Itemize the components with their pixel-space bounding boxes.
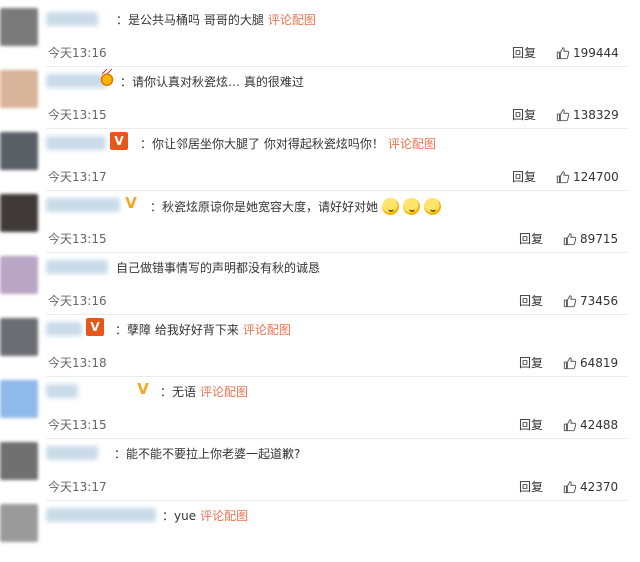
username-blurred[interactable] [46, 198, 120, 212]
comment-text: ：能不能不要拉上你老婆一起道歉? [114, 446, 300, 462]
like-count: 199444 [573, 46, 619, 60]
comment-item: V ：无语 评论配图今天13:15 回复 42488 [0, 376, 640, 438]
thumbs-up-icon [556, 171, 570, 184]
thumbs-up-icon [563, 357, 577, 370]
view-comment-image-link[interactable]: 评论配图 [200, 385, 248, 399]
like-count: 73456 [580, 294, 619, 308]
comment-timestamp: 今天13:15 [48, 232, 107, 246]
username-blurred[interactable] [46, 136, 106, 150]
comment-timestamp: 今天13:16 [48, 294, 107, 308]
comment-body: ：yue [162, 509, 197, 523]
comment-item: ：能不能不要拉上你老婆一起道歉? 今天13:17 回复 42370 [0, 438, 640, 500]
like-count: 124700 [573, 170, 619, 184]
avatar[interactable] [0, 442, 38, 480]
username-blurred[interactable] [46, 384, 78, 398]
comment-item: ：是公共马桶吗 哥哥的大腿 评论配图今天13:16 回复 199444 [0, 4, 640, 66]
like-count: 64819 [580, 356, 619, 370]
username-blurred[interactable] [46, 260, 108, 274]
comment-body: ：无语 [160, 385, 197, 399]
username-blurred[interactable] [46, 12, 98, 26]
comment-timestamp: 今天13:15 [48, 418, 107, 432]
comment-body: ：请你认真对秋瓷炫… 真的很难过 [120, 75, 304, 89]
comment-body: ：能不能不要拉上你老婆一起道歉? [114, 447, 301, 461]
comment-body: 自己做错事情写的声明都没有秋的诚恳 [116, 261, 321, 275]
reply-button[interactable]: 回复 [519, 418, 543, 432]
view-comment-image-link[interactable]: 评论配图 [388, 137, 436, 151]
comment-text: ：请你认真对秋瓷炫… 真的很难过 [120, 74, 304, 90]
like-count: 42370 [580, 480, 619, 494]
username-blurred[interactable] [46, 446, 98, 460]
like-button[interactable]: 124700 [556, 170, 619, 184]
reply-button[interactable]: 回复 [519, 294, 543, 308]
comment-text: ：秋瓷炫原谅你是她宽容大度，请好好对她 [150, 198, 442, 215]
like-button[interactable]: 42370 [563, 480, 618, 494]
avatar[interactable] [0, 256, 38, 294]
comment-text: ：yue 评论配图 [162, 508, 248, 524]
like-button[interactable]: 199444 [556, 46, 619, 60]
comment-list: ：是公共马桶吗 哥哥的大腿 评论配图 今天13:16 回复 199444 ：请你认真对秋瓷… [0, 0, 640, 542]
crown-badge-icon [98, 69, 116, 88]
comment-item: V ：你让邻居坐你大腿了 你对得起秋瓷炫吗你！ 评论配图今天13:17 回复 12470… [0, 128, 640, 190]
verified-v-icon: V [110, 132, 128, 150]
comment-timestamp: 今天13:18 [48, 356, 107, 370]
like-count: 42488 [580, 418, 619, 432]
like-count: 138329 [573, 108, 619, 122]
avatar[interactable] [0, 194, 38, 232]
smile-emoji-icon [424, 198, 442, 215]
avatar[interactable] [0, 70, 38, 108]
comment-item: ：请你认真对秋瓷炫… 真的很难过今天13:15 回复 138329 [0, 66, 640, 128]
verified-v-icon: V [125, 193, 137, 212]
avatar[interactable] [0, 504, 38, 542]
comment-text: ：孽障 给我好好背下来 评论配图 [115, 322, 291, 338]
comment-timestamp: 今天13:17 [48, 170, 107, 184]
comment-timestamp: 今天13:16 [48, 46, 107, 60]
like-count: 89715 [580, 232, 619, 246]
comment-text: ：是公共马桶吗 哥哥的大腿 评论配图 [116, 12, 316, 28]
thumbs-up-icon [556, 47, 570, 60]
like-button[interactable]: 138329 [556, 108, 619, 122]
comment-body: ：你让邻居坐你大腿了 你对得起秋瓷炫吗你！ [140, 137, 384, 151]
comment-text: ：无语 评论配图 [160, 384, 248, 400]
thumbs-up-icon [563, 419, 577, 432]
reply-button[interactable]: 回复 [519, 232, 543, 246]
reply-button[interactable]: 回复 [512, 170, 536, 184]
thumbs-up-icon [563, 295, 577, 308]
comment-text: ：你让邻居坐你大腿了 你对得起秋瓷炫吗你！ 评论配图 [140, 136, 436, 152]
like-button[interactable]: 42488 [563, 418, 618, 432]
like-button[interactable]: 73456 [563, 294, 618, 308]
comment-item: 自己做错事情写的声明都没有秋的诚恳今天13:16 回复 73456 [0, 252, 640, 314]
comment-body: ：孽障 给我好好背下来 [115, 323, 239, 337]
username-blurred[interactable] [46, 322, 82, 336]
comment-timestamp: 今天13:15 [48, 108, 107, 122]
like-button[interactable]: 64819 [563, 356, 618, 370]
avatar[interactable] [0, 8, 38, 46]
avatar[interactable] [0, 132, 38, 170]
view-comment-image-link[interactable]: 评论配图 [243, 323, 291, 337]
comment-item: V ：秋瓷炫原谅你是她宽容大度，请好好对她今天13:15 回复 89715 [0, 190, 640, 252]
like-button[interactable]: 89715 [563, 232, 618, 246]
reply-button[interactable]: 回复 [519, 356, 543, 370]
comment-timestamp: 今天13:17 [48, 480, 107, 494]
comment-text: 自己做错事情写的声明都没有秋的诚恳 [116, 260, 320, 276]
reply-button[interactable]: 回复 [512, 108, 536, 122]
avatar[interactable] [0, 380, 38, 418]
username-blurred[interactable] [46, 508, 156, 522]
thumbs-up-icon [563, 481, 577, 494]
comment-body: ：是公共马桶吗 哥哥的大腿 [116, 13, 264, 27]
view-comment-image-link[interactable]: 评论配图 [268, 13, 316, 27]
avatar[interactable] [0, 318, 38, 356]
thumbs-up-icon [563, 233, 577, 246]
comment-item: V ：孽障 给我好好背下来 评论配图今天13:18 回复 64819 [0, 314, 640, 376]
verified-v-icon: V [137, 379, 149, 398]
view-comment-image-link[interactable]: 评论配图 [200, 509, 248, 523]
reply-button[interactable]: 回复 [519, 480, 543, 494]
thumbs-up-icon [556, 109, 570, 122]
smile-emoji-icon [382, 198, 400, 215]
comment-item: ：yue 评论配图 [0, 500, 640, 562]
reply-button[interactable]: 回复 [512, 46, 536, 60]
smile-emoji-icon [403, 198, 421, 215]
comment-body: ：秋瓷炫原谅你是她宽容大度，请好好对她 [150, 200, 379, 214]
verified-v-icon: V [86, 318, 104, 336]
